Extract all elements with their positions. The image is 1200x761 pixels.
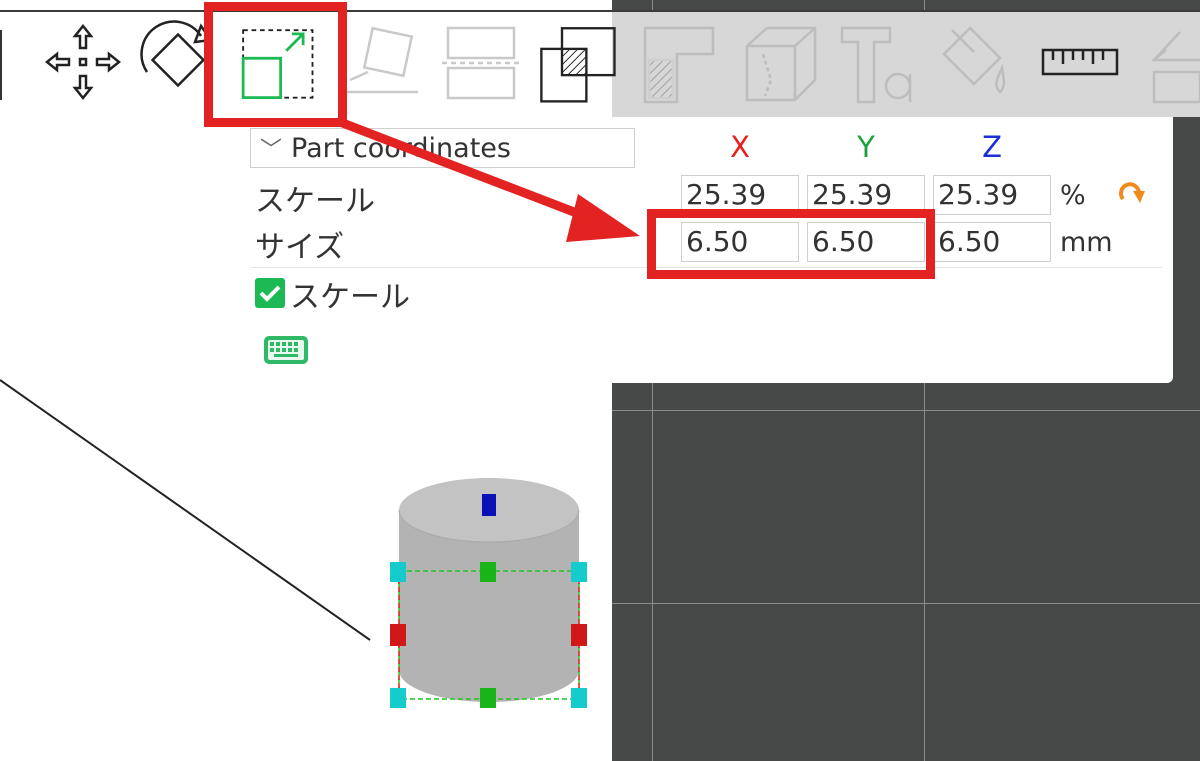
- x-scale-handle-left[interactable]: [390, 624, 406, 646]
- checkmark-icon: [259, 285, 281, 302]
- support-paint-icon: [643, 26, 715, 104]
- grid-line: [612, 603, 1200, 604]
- axis-y-header: Y: [857, 130, 875, 164]
- move-tool-button[interactable]: [38, 20, 128, 104]
- corner-handle-br[interactable]: [571, 688, 587, 708]
- chevron-down-icon: ﹀: [259, 138, 282, 163]
- annotation-highlight-size-fields: [647, 209, 935, 279]
- measure-tool-button[interactable]: [1035, 20, 1125, 104]
- grid-line: [612, 410, 1200, 411]
- seam-icon: [745, 26, 817, 102]
- boolean-tool-button[interactable]: [532, 20, 622, 104]
- text-tool-button[interactable]: [832, 20, 922, 104]
- annotation-highlight-scale-tool: [204, 2, 347, 127]
- size-unit: mm: [1060, 227, 1113, 258]
- boolean-icon: [540, 27, 616, 103]
- cut-icon: [442, 26, 520, 100]
- corner-handle-tl[interactable]: [390, 562, 406, 582]
- uniform-scale-label: スケール: [290, 280, 410, 315]
- scale-z-input[interactable]: 25.39: [933, 175, 1051, 215]
- cut-tool-button[interactable]: [436, 20, 526, 104]
- corner-handle-tr[interactable]: [571, 562, 587, 582]
- y-scale-handle-top[interactable]: [480, 562, 496, 582]
- lay-on-face-icon: [346, 26, 418, 94]
- seam-tool-button[interactable]: [735, 20, 825, 104]
- coordinate-system-dropdown[interactable]: ﹀ Part coordinates: [250, 128, 635, 168]
- toolbar-separator: [0, 30, 2, 100]
- axis-x-header: X: [730, 130, 750, 164]
- color-paint-icon: [942, 26, 1006, 94]
- ruler-icon: [1041, 48, 1119, 76]
- uniform-scale-checkbox[interactable]: [255, 278, 285, 308]
- scale-row-label: スケール: [255, 184, 375, 219]
- color-paint-tool-button[interactable]: [930, 20, 1020, 104]
- size-row-label: サイズ: [255, 230, 345, 265]
- y-scale-handle-bottom[interactable]: [480, 688, 496, 708]
- size-z-input[interactable]: 6.50: [933, 222, 1051, 262]
- x-scale-handle-right[interactable]: [571, 624, 587, 646]
- keyboard-icon[interactable]: [262, 334, 310, 366]
- corner-handle-bl[interactable]: [390, 688, 406, 708]
- bed-edge-line: [0, 379, 371, 641]
- text-icon: [840, 26, 912, 104]
- scale-unit: %: [1060, 180, 1086, 211]
- reset-icon[interactable]: [1115, 181, 1149, 211]
- move-icon: [44, 23, 122, 101]
- assembly-icon: [1151, 31, 1200, 104]
- lay-on-face-tool-button[interactable]: [338, 20, 428, 104]
- axis-z-header: Z: [982, 130, 1002, 164]
- support-paint-tool-button[interactable]: [635, 20, 725, 104]
- assembly-tool-button[interactable]: [1130, 20, 1200, 104]
- toolbar-divider: [0, 10, 1200, 12]
- z-scale-handle[interactable]: [482, 494, 496, 516]
- coordinate-system-value: Part coordinates: [291, 132, 511, 164]
